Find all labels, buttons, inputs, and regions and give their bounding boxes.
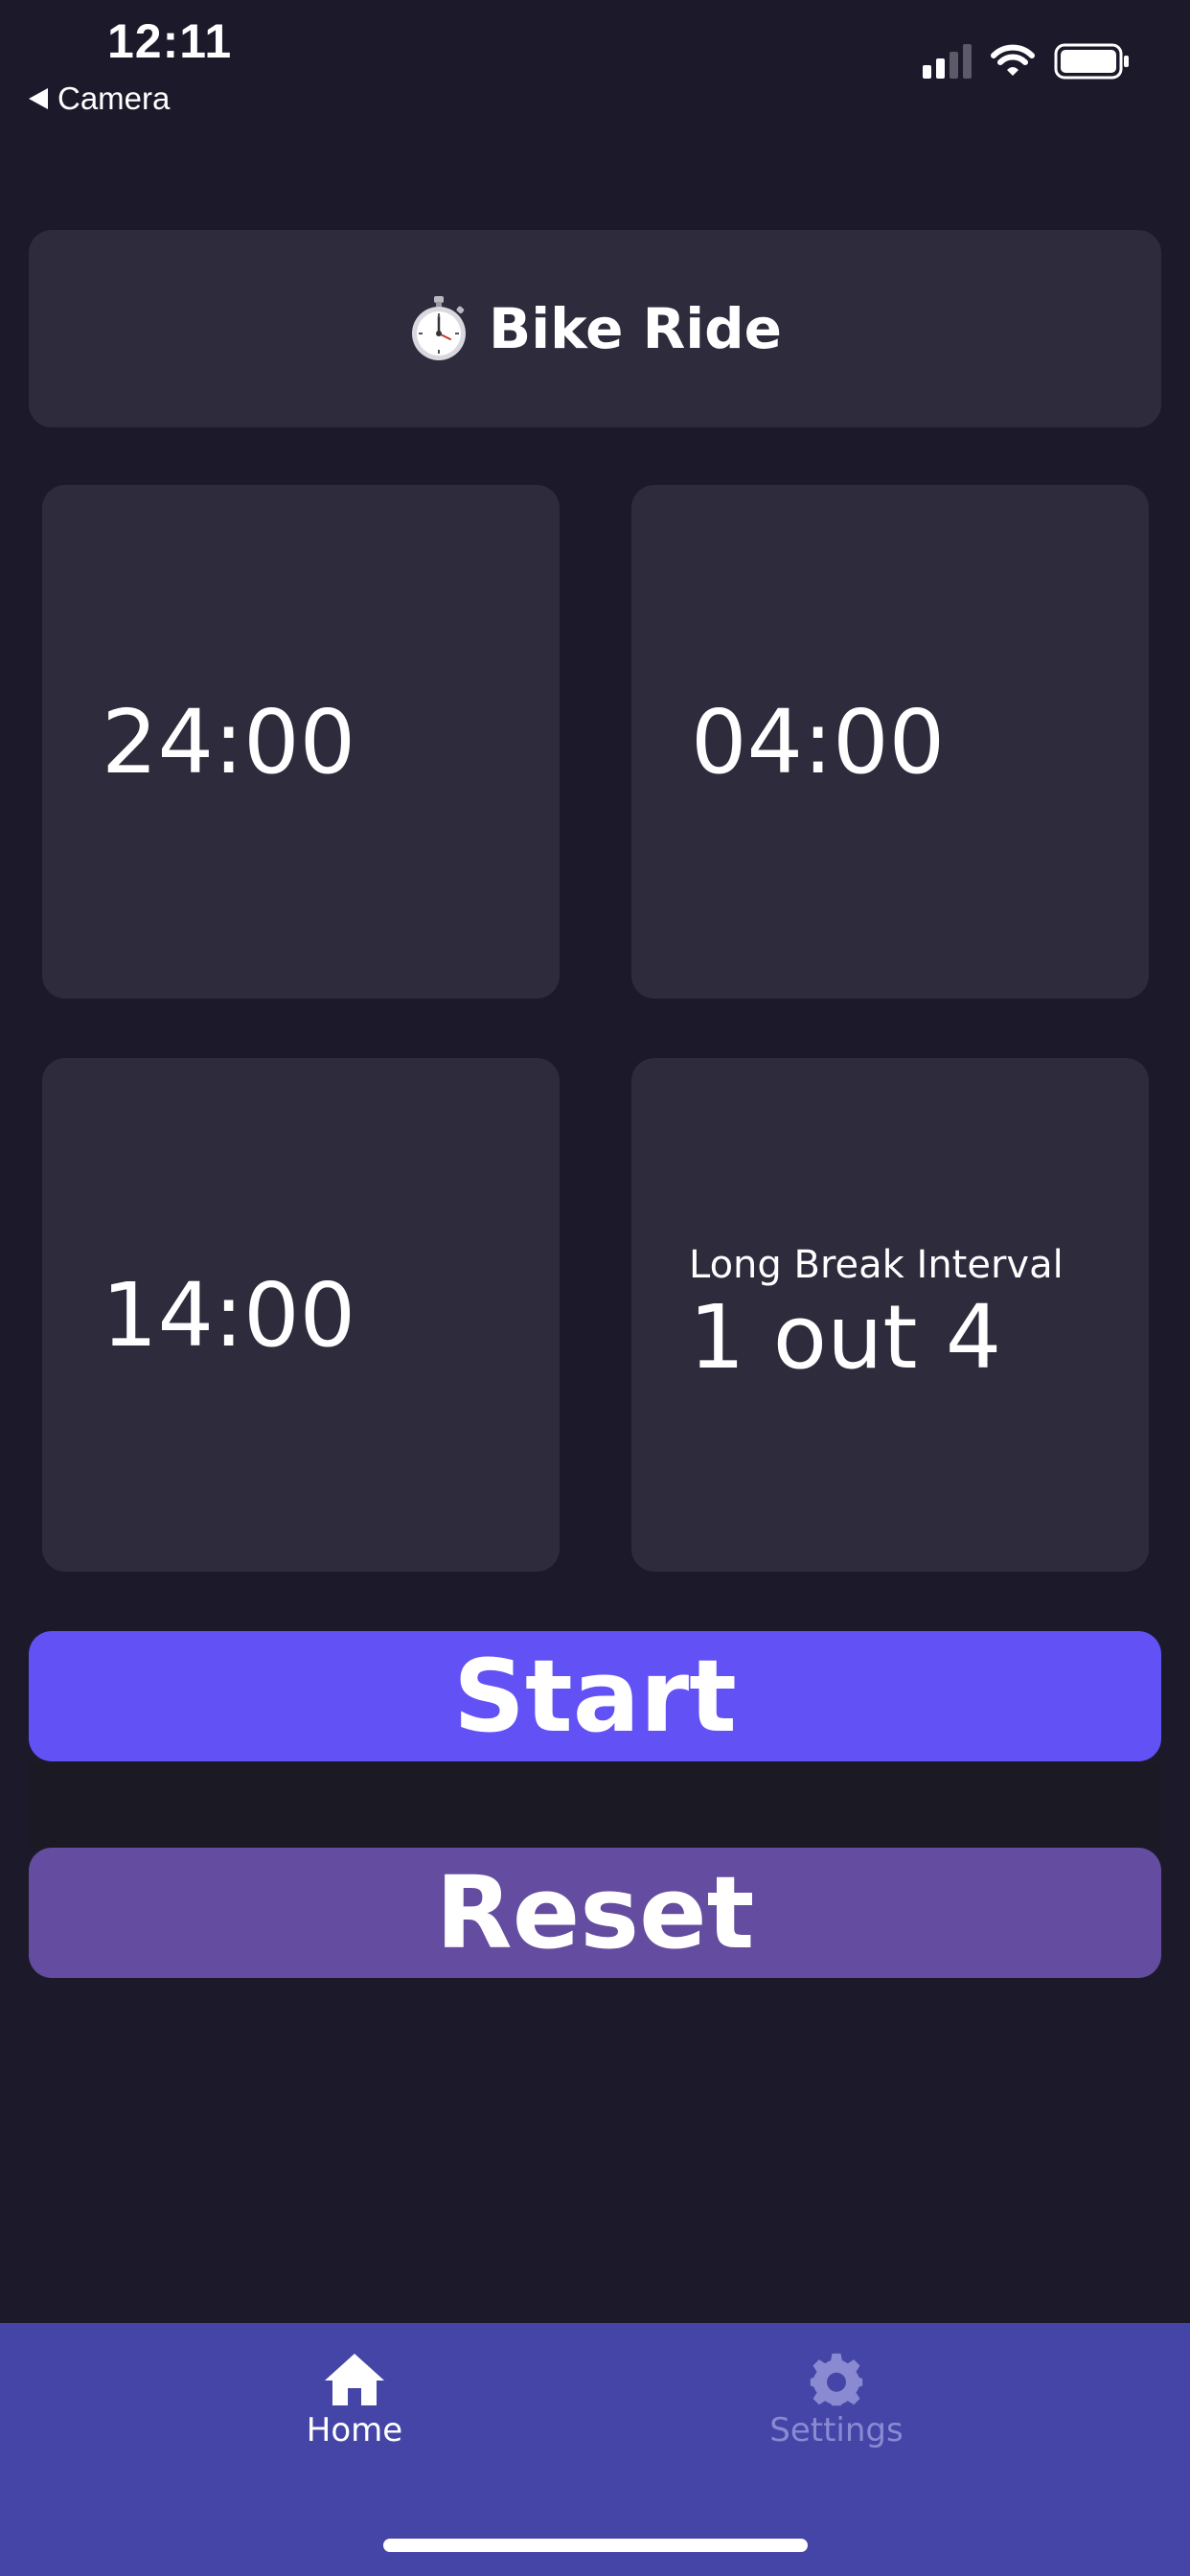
battery-icon (1054, 43, 1129, 80)
work-duration-value: 24:00 (102, 690, 356, 794)
long-break-tile[interactable]: 14:00 (42, 1058, 560, 1572)
long-break-interval-tile[interactable]: Long Break Interval 1 out 4 (631, 1058, 1149, 1572)
tab-settings[interactable]: Settings (712, 2352, 961, 2450)
tab-home-label: Home (306, 2411, 403, 2450)
long-break-interval-value: 1 out 4 (689, 1286, 1002, 1390)
short-break-value: 04:00 (691, 690, 946, 794)
tab-settings-label: Settings (769, 2411, 904, 2450)
home-icon (325, 2354, 384, 2405)
back-to-camera-link[interactable]: Camera (29, 77, 170, 121)
cellular-signal-icon (923, 44, 972, 79)
status-time: 12:11 (107, 14, 233, 68)
gear-icon (810, 2353, 863, 2406)
reset-button[interactable]: Reset (29, 1848, 1161, 1978)
wifi-icon (991, 44, 1035, 76)
timer-title-card[interactable]: Bike Ride (29, 230, 1161, 427)
long-break-value: 14:00 (102, 1263, 356, 1367)
back-arrow-icon (29, 88, 48, 109)
long-break-interval-caption: Long Break Interval (689, 1243, 1064, 1288)
timer-title: Bike Ride (488, 296, 783, 361)
work-duration-tile[interactable]: 24:00 (42, 485, 560, 999)
start-button[interactable]: Start (29, 1631, 1161, 1761)
back-to-camera-label: Camera (57, 80, 171, 116)
status-icons (923, 42, 1131, 80)
home-indicator[interactable] (383, 2539, 808, 2552)
button-divider (29, 1761, 1161, 1848)
short-break-tile[interactable]: 04:00 (631, 485, 1149, 999)
tab-home[interactable]: Home (230, 2352, 479, 2450)
stopwatch-icon (411, 296, 466, 360)
